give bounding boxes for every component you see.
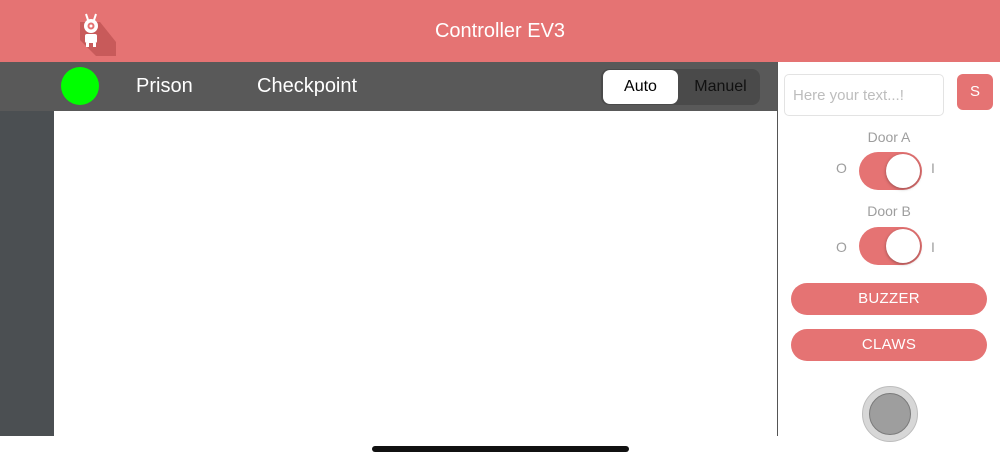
- joystick-icon[interactable]: [862, 386, 918, 442]
- door-a-on-label: I: [931, 160, 935, 176]
- toggle-knob: [886, 229, 920, 263]
- mode-segmented-control: Auto Manuel: [601, 69, 760, 105]
- message-input[interactable]: [784, 74, 944, 116]
- toggle-knob: [886, 154, 920, 188]
- buzzer-button[interactable]: BUZZER: [791, 283, 987, 315]
- door-b-toggle[interactable]: [859, 227, 922, 265]
- joystick-knob[interactable]: [869, 393, 911, 435]
- door-b-label: Door B: [867, 203, 911, 219]
- nav-checkpoint[interactable]: Checkpoint: [257, 62, 357, 111]
- door-b-off-label: O: [836, 239, 847, 255]
- door-a-toggle[interactable]: [859, 152, 922, 190]
- mode-auto-segment[interactable]: Auto: [603, 70, 678, 104]
- status-indicator: [61, 67, 99, 105]
- nav-prison[interactable]: Prison: [136, 62, 193, 111]
- door-a-label: Door A: [867, 129, 911, 145]
- app-title: Controller EV3: [434, 20, 566, 42]
- mode-manuel-segment[interactable]: Manuel: [681, 69, 760, 105]
- map-canvas[interactable]: [54, 111, 777, 436]
- home-indicator: [372, 446, 629, 452]
- door-a-off-label: O: [836, 160, 847, 176]
- send-button[interactable]: S: [957, 74, 993, 110]
- door-b-on-label: I: [931, 239, 935, 255]
- left-sidebar-strip: [0, 62, 54, 436]
- claws-button[interactable]: CLAWS: [791, 329, 987, 361]
